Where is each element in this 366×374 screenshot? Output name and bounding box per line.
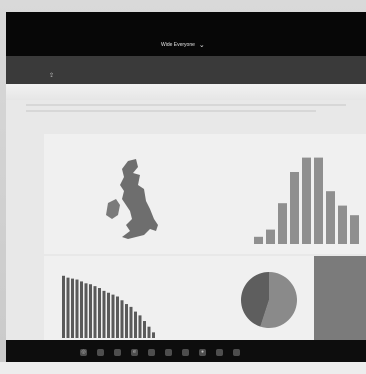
uk-map[interactable] [102, 159, 172, 249]
histogram-bar [134, 311, 137, 338]
title-bar: Wide Everyone ⌄ [6, 12, 366, 56]
histogram-bar [152, 332, 155, 338]
histogram-bar [125, 304, 128, 338]
store-icon[interactable] [148, 348, 155, 356]
bar [254, 236, 263, 244]
ireland-shape [106, 199, 120, 219]
bar [338, 205, 347, 244]
bar [326, 191, 335, 244]
dark-visual-panel[interactable] [314, 256, 366, 340]
bar [314, 157, 323, 244]
histogram-bar [143, 321, 146, 338]
powerbi-icon[interactable] [233, 348, 240, 356]
monitor-screen: Wide Everyone ⌄ ⇪ ◎ e ● [6, 12, 366, 362]
canvas-divider [26, 110, 316, 112]
edge-icon[interactable]: e [131, 348, 138, 356]
taskbar: ◎ e ● [6, 340, 366, 362]
ribbon-menu: ⇪ [14, 69, 61, 81]
mail-icon[interactable] [182, 348, 189, 356]
chevron-icon[interactable]: ⌄ [199, 42, 205, 49]
taskbar-icons: ◎ e ● [80, 347, 240, 357]
folder-icon[interactable] [165, 348, 172, 356]
histogram-bar [89, 284, 92, 338]
bar [266, 229, 275, 244]
histogram-bar [66, 277, 70, 338]
histogram-bar [107, 292, 110, 338]
histogram-chart[interactable] [62, 268, 182, 338]
histogram-bar [147, 326, 151, 338]
ribbon: ⇪ [6, 56, 366, 84]
histogram-bar [102, 290, 106, 338]
pie-chart[interactable] [239, 270, 299, 330]
bar [350, 215, 359, 244]
canvas-header-strip [6, 84, 366, 100]
histogram-bar [93, 286, 97, 338]
chrome-icon[interactable]: ● [199, 348, 206, 356]
app-title: Wide Everyone [161, 42, 195, 48]
histogram-bar [84, 283, 88, 338]
histogram-bar [120, 300, 124, 338]
great-britain-shape [120, 159, 158, 239]
histogram-bar [138, 315, 142, 338]
histogram-bar [62, 275, 65, 338]
histogram-bar [75, 279, 79, 338]
search-icon[interactable] [97, 348, 104, 356]
pie-chart-panel[interactable] [194, 256, 314, 340]
histogram-bar [129, 306, 133, 338]
histogram-bar [98, 288, 101, 338]
bar [302, 157, 311, 244]
bar-chart[interactable] [214, 134, 366, 254]
start-icon[interactable]: ◎ [80, 348, 87, 356]
histogram-panel[interactable] [44, 256, 194, 340]
histogram-bar [80, 281, 83, 338]
bar [278, 203, 287, 244]
ribbon-tabs [6, 58, 366, 68]
photos-icon[interactable] [216, 348, 223, 356]
bar [290, 172, 299, 244]
report-canvas [6, 84, 366, 340]
bar-chart-panel[interactable] [214, 134, 366, 254]
histogram-bar [116, 296, 119, 338]
task-view-icon[interactable] [114, 348, 121, 356]
desk-surface [0, 362, 366, 374]
histogram-bar [111, 294, 115, 338]
photo-frame: Wide Everyone ⌄ ⇪ ◎ e ● [0, 0, 366, 374]
histogram-bar [71, 278, 74, 338]
window-title-wrap: Wide Everyone ⌄ [161, 38, 205, 52]
canvas-divider [26, 104, 346, 106]
map-panel[interactable] [44, 134, 214, 254]
share-icon[interactable]: ⇪ [49, 72, 54, 79]
